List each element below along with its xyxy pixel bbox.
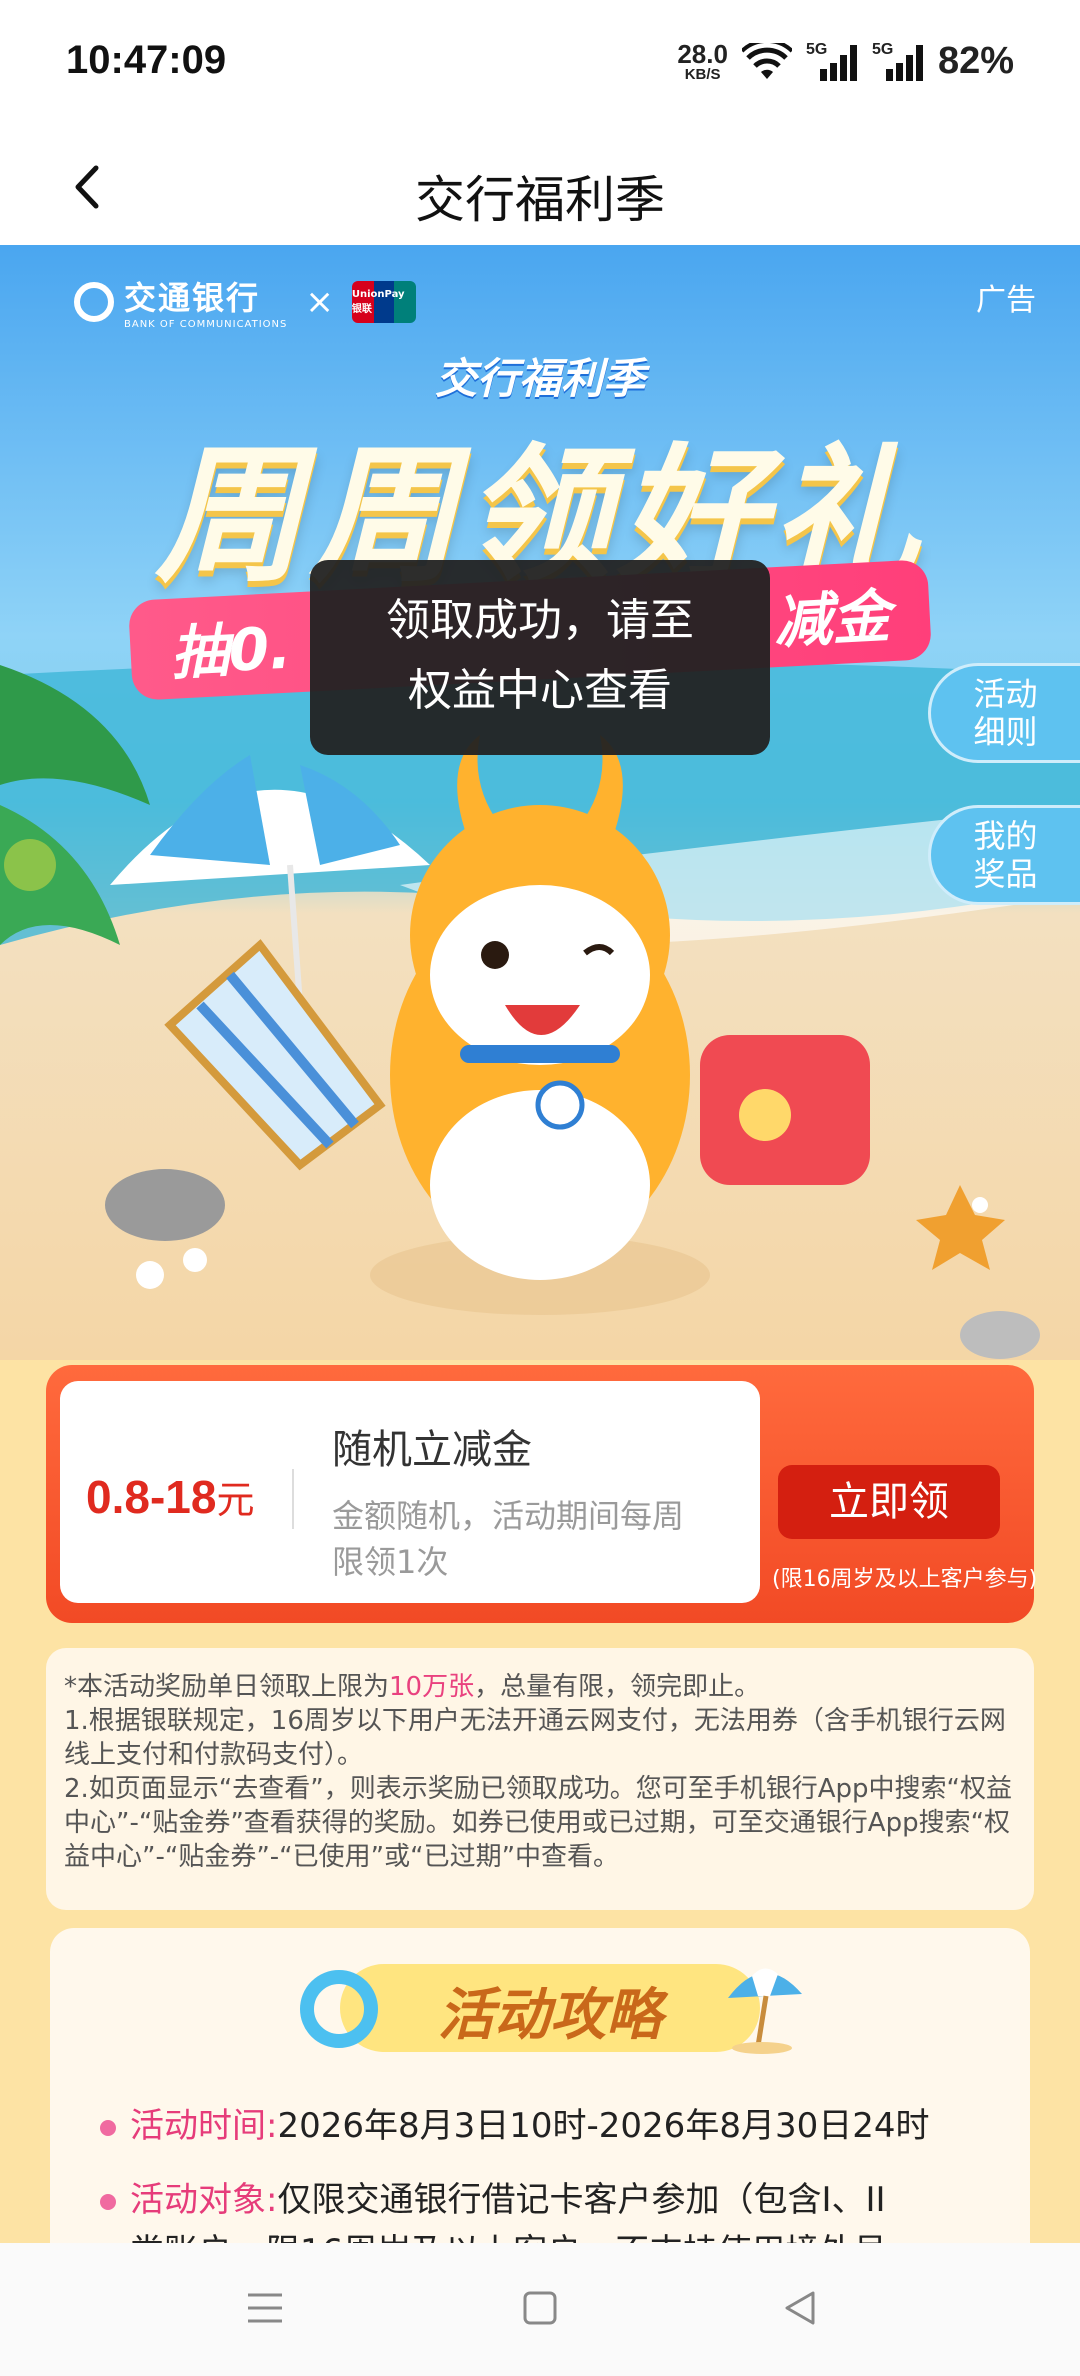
- bullet-dot: [100, 2119, 116, 2136]
- bank-name: 交通银行: [124, 279, 261, 317]
- signal-5g-icon: 5G: [805, 40, 858, 81]
- times-sign: ×: [305, 281, 334, 322]
- wifi-icon: [741, 42, 792, 79]
- beach-umbrella-icon: [728, 1968, 802, 2054]
- my-prizes-label: 我的奖品: [973, 817, 1038, 893]
- ribbon-right-text: 减金: [772, 582, 892, 657]
- net-speed: 28.0 KB/S: [677, 41, 728, 82]
- activity-strategy-section: 活动攻略 活动时间:2026年8月3日10时-2026年8月30日24时 活动对…: [50, 1928, 1030, 2268]
- signal-tag: 5G: [871, 40, 894, 58]
- activity-rules-button[interactable]: 活动细则: [928, 663, 1080, 763]
- back-triangle-icon[interactable]: [775, 2283, 825, 2333]
- ribbon-left-text: 抽0.: [168, 613, 293, 688]
- activity-notes: *本活动奖励单日领取上限为10万张，总量有限，领完即止。 1.根据银联规定，16…: [46, 1648, 1034, 1910]
- status-time: 10:47:09: [66, 38, 227, 82]
- status-bar: 10:47:09 28.0 KB/S 5G 5G 82%: [0, 0, 1080, 130]
- coupon-title: 随机立减金: [332, 1427, 532, 1473]
- activity-target-row: 活动对象:仅限交通银行借记卡客户参加（包含I、II: [100, 2174, 886, 2226]
- strategy-title: 活动攻略: [438, 1983, 662, 2048]
- coupon-card: 0.8-18元 随机立减金 金额随机，活动期间每周限领1次 立即领 (限16周岁…: [46, 1365, 1038, 1623]
- activity-time-value: 2026年8月3日10时-2026年8月30日24时: [277, 2106, 930, 2146]
- coupon-body: 0.8-18元 随机立减金 金额随机，活动期间每周限领1次: [60, 1381, 760, 1603]
- toast-line-1: 领取成功，请至: [386, 595, 694, 646]
- bank-name-en: BANK OF COMMUNICATIONS: [124, 319, 288, 330]
- net-speed-unit: KB/S: [684, 66, 721, 83]
- bocom-logo-icon: [74, 281, 114, 322]
- coupon-description: 金额随机，活动期间每周限领1次: [332, 1497, 685, 1581]
- notes-item-1: 1.根据银联规定，16周岁以下用户无法开通云网支付，无法用券（含手机银行云网线上…: [64, 1706, 1006, 1770]
- coupon-divider: [292, 1469, 294, 1529]
- toast-message: 领取成功，请至 权益中心查看: [310, 560, 770, 755]
- signal-tag: 5G: [805, 40, 828, 58]
- net-speed-value: 28.0: [677, 39, 728, 69]
- nav-bar: 交行福利季: [0, 130, 1080, 245]
- status-icons: 28.0 KB/S 5G 5G 82%: [677, 40, 1014, 83]
- activity-rules-label: 活动细则: [973, 675, 1038, 751]
- notes-limit-highlight: 10万张: [389, 1672, 475, 1702]
- signal-5g-icon-2: 5G: [871, 40, 924, 81]
- coupon-amount: 0.8-18元: [86, 1469, 254, 1524]
- battery-percent: 82%: [937, 40, 1014, 82]
- toast-line-2: 权益中心查看: [408, 665, 672, 716]
- notes-item-2: 2.如页面显示“去查看”，则表示奖励已领取成功。您可至手机银行App中搜索“权益…: [64, 1774, 1013, 1872]
- activity-target-label: 活动对象:: [130, 2180, 278, 2220]
- notes-limit-line: *本活动奖励单日领取上限为10万张，总量有限，领完即止。: [64, 1672, 761, 1702]
- coupon-amount-value: 0.8-18: [86, 1471, 217, 1523]
- strategy-header: 活动攻略: [300, 1964, 802, 2054]
- ad-label: 广告: [976, 283, 1036, 318]
- bank-logo: 交通银行 BANK OF COMMUNICATIONS × UnionPay 银…: [74, 273, 416, 330]
- promo-banner: 交通银行 BANK OF COMMUNICATIONS × UnionPay 银…: [0, 245, 1080, 1360]
- my-prizes-button[interactable]: 我的奖品: [928, 805, 1080, 905]
- system-nav-bar: [0, 2243, 1080, 2376]
- menu-icon[interactable]: [240, 2283, 290, 2333]
- unionpay-logo: UnionPay 银联: [351, 280, 416, 323]
- claim-now-button[interactable]: 立即领: [778, 1465, 1000, 1539]
- bullet-dot: [100, 2193, 116, 2210]
- home-square-icon[interactable]: [515, 2283, 565, 2333]
- activity-time-label: 活动时间:: [130, 2106, 278, 2146]
- activity-time-row: 活动时间:2026年8月3日10时-2026年8月30日24时: [100, 2100, 929, 2152]
- activity-target-value: 仅限交通银行借记卡客户参加（包含I、II: [277, 2180, 886, 2220]
- claim-age-note: (限16周岁及以上客户参与): [772, 1567, 1038, 1592]
- page-title: 交行福利季: [415, 171, 665, 229]
- coupon-amount-unit: 元: [216, 1480, 255, 1522]
